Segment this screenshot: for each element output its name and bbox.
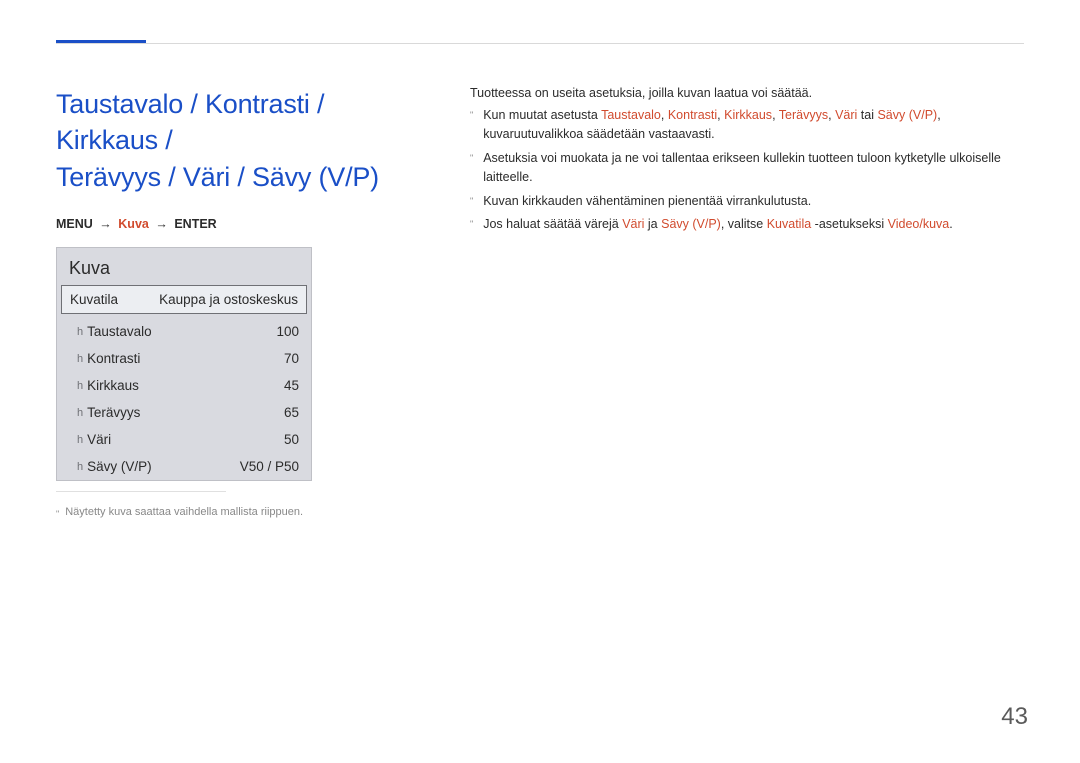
osd-row-kirkkaus[interactable]: h Kirkkaus 45 [57,372,311,399]
osd-row-value: V50 / P50 [240,459,299,474]
right-column: Tuotteessa on useita asetuksia, joilla k… [470,86,1024,522]
slider-icon: h [77,407,83,419]
page-number: 43 [1001,703,1028,731]
slider-icon: h [77,434,83,446]
osd-row-value: 100 [276,324,299,339]
osd-row-value: Kauppa ja ostoskeskus [159,292,298,307]
osd-row-savy[interactable]: h Sävy (V/P) V50 / P50 [57,453,311,480]
bullet-text: Jos haluat säätää värejä Väri ja Sävy (V… [483,215,1024,234]
breadcrumb-kuva: Kuva [118,217,149,231]
bullet-mark-icon: " [470,149,473,188]
left-column: Taustavalo / Kontrasti / Kirkkaus / Terä… [56,86,426,522]
footnote-rule [56,491,226,492]
bullet-list: " Kun muutat asetusta Taustavalo, Kontra… [470,106,1024,234]
osd-row-kontrasti[interactable]: h Kontrasti 70 [57,345,311,372]
osd-row-label: Terävyys [87,405,140,420]
bullet-text: Kun muutat asetusta Taustavalo, Kontrast… [483,106,1024,145]
bullet-mark-icon: " [470,106,473,145]
breadcrumb-enter: ENTER [174,217,216,231]
arrow-icon: → [99,217,112,231]
breadcrumb: MENU → Kuva → ENTER [56,217,426,231]
header-rule [56,43,1024,44]
bullet-mark-icon: " [470,215,473,234]
osd-row-label: Kirkkaus [87,378,139,393]
slider-icon: h [77,461,83,473]
bullet-item: " Kuvan kirkkauden vähentäminen pienentä… [470,192,1024,211]
bullet-item: " Jos haluat säätää värejä Väri ja Sävy … [470,215,1024,234]
footnote-left: " Näytetty kuva saattaa vaihdella mallis… [56,506,426,522]
osd-row-value: 70 [284,351,299,366]
intro-text: Tuotteessa on useita asetuksia, joilla k… [470,86,1024,100]
osd-row-label: Väri [87,432,111,447]
osd-row-label: Kuvatila [70,292,118,307]
bullet-item: " Asetuksia voi muokata ja ne voi tallen… [470,149,1024,188]
bullet-item: " Kun muutat asetusta Taustavalo, Kontra… [470,106,1024,145]
osd-row-value: 50 [284,432,299,447]
footnote-text: Näytetty kuva saattaa vaihdella mallista… [65,506,303,522]
osd-row-value: 65 [284,405,299,420]
osd-row-value: 45 [284,378,299,393]
osd-row-label: Kontrasti [87,351,140,366]
content-area: Taustavalo / Kontrasti / Kirkkaus / Terä… [56,86,1024,522]
slider-icon: h [77,353,83,365]
osd-row-teravyys[interactable]: h Terävyys 65 [57,399,311,426]
slider-icon: h [77,326,83,338]
osd-row-label: Sävy (V/P) [87,459,152,474]
osd-row-taustavalo[interactable]: h Taustavalo 100 [57,318,311,345]
osd-row-vari[interactable]: h Väri 50 [57,426,311,453]
title-line-2: Terävyys / Väri / Sävy (V/P) [56,162,379,192]
osd-panel: Kuva Kuvatila Kauppa ja ostoskeskus h Tau… [56,247,312,481]
osd-row-kuvatila[interactable]: Kuvatila Kauppa ja ostoskeskus [61,285,307,314]
bullet-text: Kuvan kirkkauden vähentäminen pienentää … [483,192,1024,211]
osd-panel-title: Kuva [57,248,311,285]
footnote-mark-icon: " [56,506,59,522]
bullet-mark-icon: " [470,192,473,211]
page-title: Taustavalo / Kontrasti / Kirkkaus / Terä… [56,86,426,195]
slider-icon: h [77,380,83,392]
title-line-1: Taustavalo / Kontrasti / Kirkkaus / [56,89,324,155]
bullet-text: Asetuksia voi muokata ja ne voi tallenta… [483,149,1024,188]
arrow-icon: → [155,217,168,231]
osd-row-label: Taustavalo [87,324,152,339]
breadcrumb-menu: MENU [56,217,93,231]
